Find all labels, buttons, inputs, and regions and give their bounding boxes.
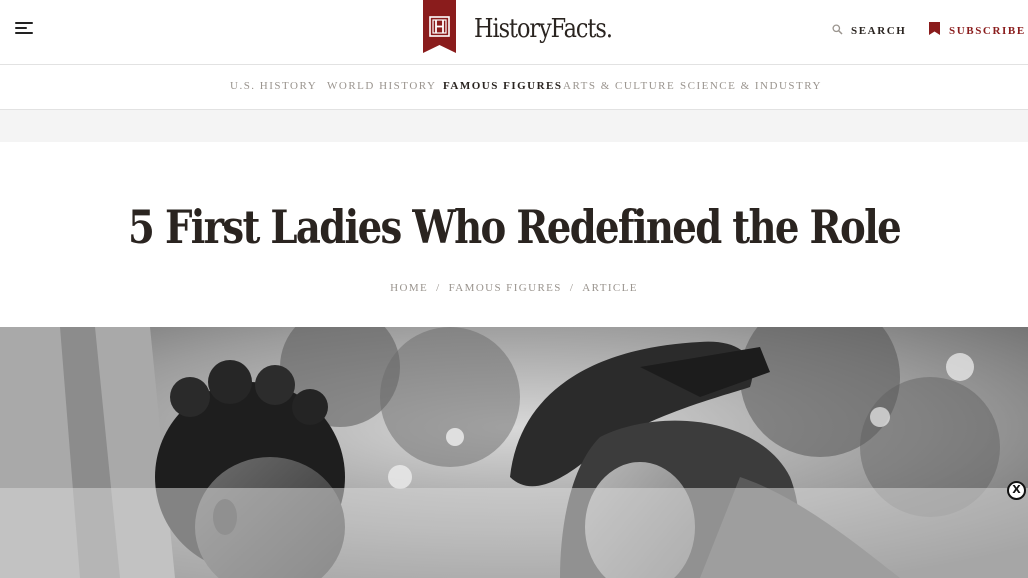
search-icon <box>832 22 843 40</box>
breadcrumb-home[interactable]: HOME <box>390 282 428 294</box>
search-button[interactable]: SEARCH <box>832 22 906 40</box>
breadcrumb-famous-figures[interactable]: FAMOUS FIGURES <box>449 282 562 294</box>
logo-text: HistoryFacts. <box>474 14 613 44</box>
breadcrumb: HOME / FAMOUS FIGURES / ARTICLE <box>0 282 1028 294</box>
subscribe-button[interactable]: SUBSCRIBE <box>929 22 1026 40</box>
nav-item-famous-figures[interactable]: FAMOUS FIGURES <box>443 80 563 92</box>
ad-overlay-banner <box>0 488 1028 578</box>
bookmark-icon <box>929 22 940 40</box>
nav-item-world-history[interactable]: WORLD HISTORY <box>327 80 436 92</box>
menu-line <box>15 27 27 29</box>
menu-line <box>15 32 33 34</box>
subscribe-label: SUBSCRIBE <box>949 25 1026 37</box>
article-title: 5 First Ladies Who Redefined the Role <box>128 200 902 254</box>
search-label: SEARCH <box>851 25 907 37</box>
close-ad-button[interactable]: X <box>1007 481 1026 500</box>
history-facts-logo-icon <box>423 0 456 53</box>
menu-line <box>15 22 33 24</box>
site-logo[interactable]: HistoryFacts. <box>423 0 634 55</box>
nav-item-science-industry[interactable]: SCIENCE & INDUSTRY <box>680 80 822 92</box>
ad-placeholder-strip <box>0 110 1028 142</box>
nav-item-arts-culture[interactable]: ARTS & CULTURE <box>563 80 675 92</box>
breadcrumb-separator: / <box>436 282 441 294</box>
site-header: HistoryFacts. SEARCH SUBSCRIBE <box>0 0 1028 65</box>
hamburger-menu-icon[interactable] <box>15 21 33 35</box>
nav-item-us-history[interactable]: U.S. HISTORY <box>230 80 317 92</box>
breadcrumb-separator: / <box>569 282 575 294</box>
category-nav: U.S. HISTORY WORLD HISTORY FAMOUS FIGURE… <box>0 65 1028 110</box>
breadcrumb-article[interactable]: ARTICLE <box>582 282 638 294</box>
